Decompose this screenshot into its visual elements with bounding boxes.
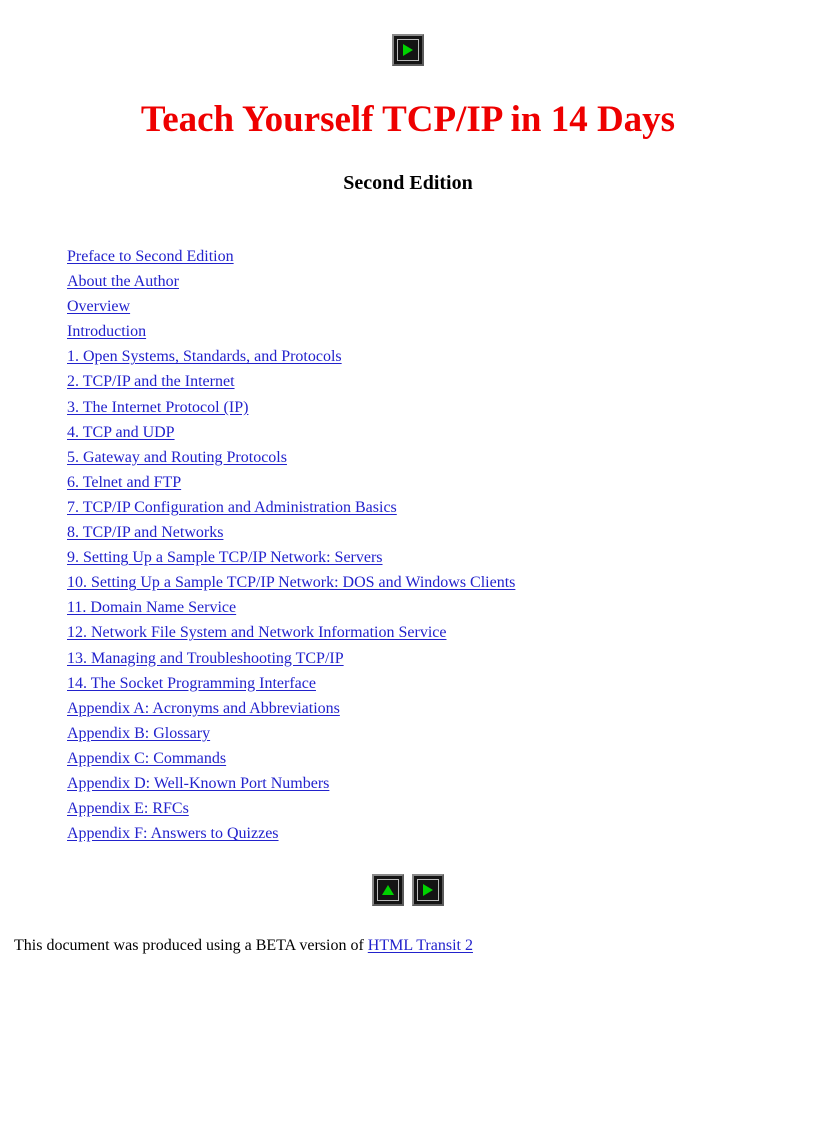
page-subtitle: Second Edition xyxy=(343,172,473,194)
toc-link-label: 5. Gateway and Routing Protocols xyxy=(67,448,287,466)
html-transit-link[interactable]: HTML Transit 2 xyxy=(368,937,473,954)
footer-credit: This document was produced using a BETA … xyxy=(14,935,473,957)
triangle-right-icon xyxy=(394,36,422,64)
toc-link-chapter-2[interactable]: 2. TCP/IP and the Internet xyxy=(67,369,235,394)
top-navigation-bar xyxy=(0,34,816,66)
toc-link-chapter-12[interactable]: 12. Network File System and Network Info… xyxy=(67,620,446,645)
toc-link-label: About the Author xyxy=(67,273,179,291)
toc-link-label: 9. Setting Up a Sample TCP/IP Network: S… xyxy=(67,549,383,567)
next-page-button-top[interactable] xyxy=(392,34,424,66)
toc-link-label: 12. Network File System and Network Info… xyxy=(67,624,447,642)
toc-link-label: 1. Open Systems, Standards, and Protocol… xyxy=(67,348,342,366)
toc-link-label: Appendix D: Well-Known Port Numbers xyxy=(67,774,330,792)
toc-link-label: 6. Telnet and FTP xyxy=(67,473,182,491)
triangle-right-icon xyxy=(414,876,442,904)
toc-link-introduction[interactable]: Introduction xyxy=(67,319,146,344)
toc-link-label: Overview xyxy=(67,298,131,316)
toc-link-chapter-3[interactable]: 3. The Internet Protocol (IP) xyxy=(67,395,248,420)
toc-link-chapter-4[interactable]: 4. TCP and UDP xyxy=(67,420,175,445)
next-page-button-bottom[interactable] xyxy=(412,874,444,906)
toc-link-label: Appendix E: RFCs xyxy=(67,800,189,818)
toc-link-label: Appendix C: Commands xyxy=(67,749,227,767)
toc-link-appendix-c[interactable]: Appendix C: Commands xyxy=(67,746,226,771)
footer-text: This document was produced using a BETA … xyxy=(14,937,368,954)
toc-link-label: 7. TCP/IP Configuration and Administrati… xyxy=(67,498,397,516)
table-of-contents: Preface to Second Edition About the Auth… xyxy=(67,244,757,846)
toc-link-label: 11. Domain Name Service xyxy=(67,599,237,617)
toc-link-appendix-b[interactable]: Appendix B: Glossary xyxy=(67,721,210,746)
toc-link-chapter-14[interactable]: 14. The Socket Programming Interface xyxy=(67,671,316,696)
toc-link-preface[interactable]: Preface to Second Edition xyxy=(67,244,234,269)
toc-link-appendix-d[interactable]: Appendix D: Well-Known Port Numbers xyxy=(67,771,329,796)
document-page: { "document": { "title": "Teach Yourself… xyxy=(0,0,816,1123)
toc-link-chapter-10[interactable]: 10. Setting Up a Sample TCP/IP Network: … xyxy=(67,570,515,595)
toc-link-label: 13. Managing and Troubleshooting TCP/IP xyxy=(67,649,344,667)
page-title: Teach Yourself TCP/IP in 14 Days xyxy=(140,99,676,140)
toc-link-chapter-9[interactable]: 9. Setting Up a Sample TCP/IP Network: S… xyxy=(67,545,383,570)
toc-link-appendix-f[interactable]: Appendix F: Answers to Quizzes xyxy=(67,821,279,846)
toc-link-chapter-5[interactable]: 5. Gateway and Routing Protocols xyxy=(67,445,287,470)
toc-link-label: 10. Setting Up a Sample TCP/IP Network: … xyxy=(67,574,516,592)
toc-link-label: 2. TCP/IP and the Internet xyxy=(67,373,235,391)
toc-link-chapter-13[interactable]: 13. Managing and Troubleshooting TCP/IP xyxy=(67,646,344,671)
toc-link-label: 14. The Socket Programming Interface xyxy=(67,674,316,692)
toc-link-appendix-e[interactable]: Appendix E: RFCs xyxy=(67,796,189,821)
toc-link-label: 4. TCP and UDP xyxy=(67,423,175,441)
toc-link-label: Appendix A: Acronyms and Abbreviations xyxy=(67,699,340,717)
toc-link-label: 8. TCP/IP and Networks xyxy=(67,524,224,542)
toc-link-label: Preface to Second Edition xyxy=(67,248,234,265)
up-page-button-bottom[interactable] xyxy=(372,874,404,906)
toc-link-about-the-author[interactable]: About the Author xyxy=(67,269,179,294)
toc-link-overview[interactable]: Overview xyxy=(67,294,130,319)
toc-link-appendix-a[interactable]: Appendix A: Acronyms and Abbreviations xyxy=(67,696,340,721)
toc-link-label: Appendix B: Glossary xyxy=(67,724,211,742)
toc-link-label: 3. The Internet Protocol (IP) xyxy=(67,398,249,416)
toc-link-chapter-1[interactable]: 1. Open Systems, Standards, and Protocol… xyxy=(67,344,342,369)
toc-link-label: Introduction xyxy=(67,323,147,341)
toc-link-chapter-11[interactable]: 11. Domain Name Service xyxy=(67,595,236,620)
toc-link-chapter-6[interactable]: 6. Telnet and FTP xyxy=(67,470,181,495)
toc-link-chapter-8[interactable]: 8. TCP/IP and Networks xyxy=(67,520,223,545)
triangle-up-icon xyxy=(374,876,402,904)
toc-link-label: Appendix F: Answers to Quizzes xyxy=(67,825,279,843)
toc-link-chapter-7[interactable]: 7. TCP/IP Configuration and Administrati… xyxy=(67,495,397,520)
bottom-navigation-bar xyxy=(0,874,816,906)
